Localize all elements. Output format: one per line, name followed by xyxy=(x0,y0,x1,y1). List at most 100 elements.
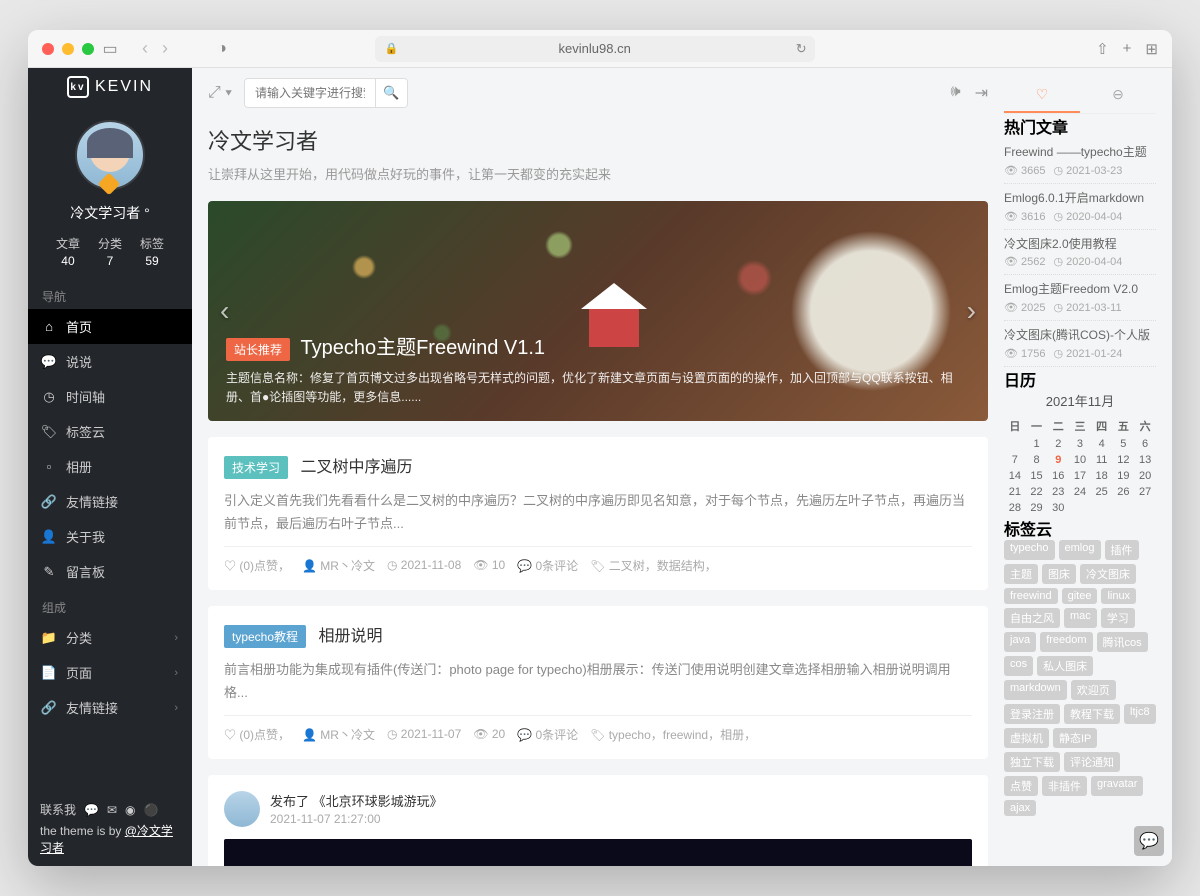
share-icon[interactable]: ⇧ xyxy=(1096,40,1109,58)
search-input[interactable] xyxy=(245,80,375,106)
qq-float-button[interactable]: 💬 xyxy=(1134,826,1164,856)
tag-item[interactable]: 评论通知 xyxy=(1064,752,1120,772)
tag-item[interactable]: 腾讯cos xyxy=(1097,632,1148,652)
tag-item[interactable]: 虚拟机 xyxy=(1004,728,1049,748)
post-comments[interactable]: 💬 0条评论 xyxy=(517,557,578,574)
slider-prev[interactable]: ‹ xyxy=(220,295,229,327)
calendar-day[interactable]: 20 xyxy=(1134,468,1156,484)
calendar-day[interactable]: 21 xyxy=(1004,484,1026,500)
tag-item[interactable]: gitee xyxy=(1062,588,1098,604)
like-button[interactable]: ♡ (0)点赞， xyxy=(224,557,290,574)
post-comments[interactable]: 💬 0条评论 xyxy=(517,726,578,743)
calendar-day[interactable]: 8 xyxy=(1026,452,1048,468)
hot-article-item[interactable]: Emlog6.0.1开启markdown👁 3616◷ 2020-04-04 xyxy=(1004,184,1156,230)
calendar-day[interactable]: 12 xyxy=(1113,452,1135,468)
sound-icon[interactable]: 🕪 xyxy=(951,83,961,103)
tag-item[interactable]: typecho xyxy=(1004,540,1055,560)
calendar-day[interactable]: 15 xyxy=(1026,468,1048,484)
aside-tab-other[interactable]: ⊖ xyxy=(1080,78,1156,113)
calendar-day[interactable]: 30 xyxy=(1047,500,1069,516)
tag-item[interactable]: freewind xyxy=(1004,588,1058,604)
logo[interactable]: kvKEVIN xyxy=(28,68,192,106)
github-icon[interactable]: ⚫ xyxy=(144,803,159,817)
hot-article-item[interactable]: 冷文图床(腾讯COS)-个人版👁 1756◷ 2021-01-24 xyxy=(1004,321,1156,367)
post-tags[interactable]: 🏷 typecho，freewind，相册， xyxy=(590,726,756,743)
tag-item[interactable]: cos xyxy=(1004,656,1033,676)
calendar-day[interactable]: 27 xyxy=(1134,484,1156,500)
calendar-day[interactable]: 26 xyxy=(1113,484,1135,500)
nav-item-标签云[interactable]: 🏷标签云 xyxy=(28,414,192,449)
calendar-day[interactable]: 11 xyxy=(1091,452,1113,468)
tag-item[interactable]: gravatar xyxy=(1091,776,1143,796)
mini-post-image[interactable] xyxy=(224,839,972,866)
calendar-day[interactable]: 10 xyxy=(1069,452,1091,468)
post-author[interactable]: 👤 MR丶冷文 xyxy=(302,557,375,574)
weibo-icon[interactable]: ◉ xyxy=(125,803,135,817)
tag-item[interactable]: emlog xyxy=(1059,540,1101,560)
hot-article-item[interactable]: Emlog主题Freedom V2.0👁 2025◷ 2021-03-11 xyxy=(1004,275,1156,321)
slider-next[interactable]: › xyxy=(967,295,976,327)
reload-icon[interactable]: ↻ xyxy=(796,41,807,57)
calendar-day[interactable]: 28 xyxy=(1004,500,1026,516)
nav-item-时间轴[interactable]: ◷时间轴 xyxy=(28,379,192,414)
tag-item[interactable]: 登录注册 xyxy=(1004,704,1060,724)
calendar-day[interactable]: 5 xyxy=(1113,436,1135,452)
stat-文章[interactable]: 文章40 xyxy=(56,235,80,268)
calendar-day[interactable]: 24 xyxy=(1069,484,1091,500)
post-title[interactable]: 相册说明 xyxy=(318,628,382,645)
mini-avatar[interactable] xyxy=(224,791,260,827)
shield-icon[interactable]: ◑ xyxy=(214,41,230,57)
nav-item-关于我[interactable]: 👤关于我 xyxy=(28,519,192,554)
post-category-tag[interactable]: 技术学习 xyxy=(224,456,288,479)
mail-icon[interactable]: ✉ xyxy=(107,803,117,817)
mini-post-title[interactable]: 发布了 《北京环球影城游玩》 xyxy=(270,791,443,810)
tag-item[interactable]: 教程下载 xyxy=(1064,704,1120,724)
hero-slider[interactable]: ‹ › 站长推荐 Typecho主题Freewind V1.1 主题信息名称：修… xyxy=(208,201,988,421)
calendar-day[interactable]: 16 xyxy=(1047,468,1069,484)
calendar-day[interactable]: 18 xyxy=(1091,468,1113,484)
tag-item[interactable]: 插件 xyxy=(1105,540,1139,560)
tag-item[interactable]: 非插件 xyxy=(1042,776,1087,796)
tag-item[interactable]: ajax xyxy=(1004,800,1036,816)
hot-article-item[interactable]: Freewind ——typecho主题👁 3665◷ 2021-03-23 xyxy=(1004,138,1156,184)
tag-item[interactable]: linux xyxy=(1101,588,1136,604)
calendar-day[interactable]: 23 xyxy=(1047,484,1069,500)
stat-分类[interactable]: 分类7 xyxy=(98,235,122,268)
hot-article-item[interactable]: 冷文图床2.0使用教程👁 2562◷ 2020-04-04 xyxy=(1004,230,1156,276)
post-title[interactable]: 二叉树中序遍历 xyxy=(300,459,412,476)
post-author[interactable]: 👤 MR丶冷文 xyxy=(302,726,375,743)
group-item-分类[interactable]: 📁分类› xyxy=(28,620,192,655)
tag-item[interactable]: freedom xyxy=(1040,632,1092,652)
calendar-day[interactable]: 19 xyxy=(1113,468,1135,484)
login-icon[interactable]: ⇥ xyxy=(975,83,988,103)
maximize-window[interactable] xyxy=(82,43,94,55)
url-bar[interactable]: 🔒 kevinlu98.cn ↻ xyxy=(375,36,815,62)
tag-item[interactable]: 欢迎页 xyxy=(1071,680,1116,700)
aside-tab-hot[interactable]: ♡ xyxy=(1004,78,1080,113)
nav-item-首页[interactable]: ⌂首页 xyxy=(28,309,192,344)
calendar-day[interactable]: 9 xyxy=(1047,452,1069,468)
nav-item-相册[interactable]: ▫相册 xyxy=(28,449,192,484)
qq-icon[interactable]: 💬 xyxy=(84,803,99,817)
tag-item[interactable]: 主题 xyxy=(1004,564,1038,584)
calendar-day[interactable]: 22 xyxy=(1026,484,1048,500)
back-button[interactable]: ‹ xyxy=(142,38,148,59)
tag-item[interactable]: markdown xyxy=(1004,680,1067,700)
tag-item[interactable]: 独立下载 xyxy=(1004,752,1060,772)
stat-标签[interactable]: 标签59 xyxy=(140,235,164,268)
calendar-day[interactable]: 6 xyxy=(1134,436,1156,452)
tag-item[interactable]: ltjc8 xyxy=(1124,704,1156,724)
tag-item[interactable]: 自由之风 xyxy=(1004,608,1060,628)
calendar-day[interactable]: 7 xyxy=(1004,452,1026,468)
calendar-day[interactable]: 25 xyxy=(1091,484,1113,500)
forward-button[interactable]: › xyxy=(162,38,168,59)
sidebar-toggle-icon[interactable]: ▭ xyxy=(102,41,118,57)
tag-item[interactable]: 点赞 xyxy=(1004,776,1038,796)
group-item-页面[interactable]: 📄页面› xyxy=(28,655,192,690)
nav-item-留言板[interactable]: ✎留言板 xyxy=(28,554,192,589)
close-window[interactable] xyxy=(42,43,54,55)
calendar-day[interactable]: 14 xyxy=(1004,468,1026,484)
new-tab-icon[interactable]: + xyxy=(1123,40,1132,58)
calendar-day[interactable]: 17 xyxy=(1069,468,1091,484)
group-item-友情链接[interactable]: 🔗友情链接› xyxy=(28,690,192,725)
